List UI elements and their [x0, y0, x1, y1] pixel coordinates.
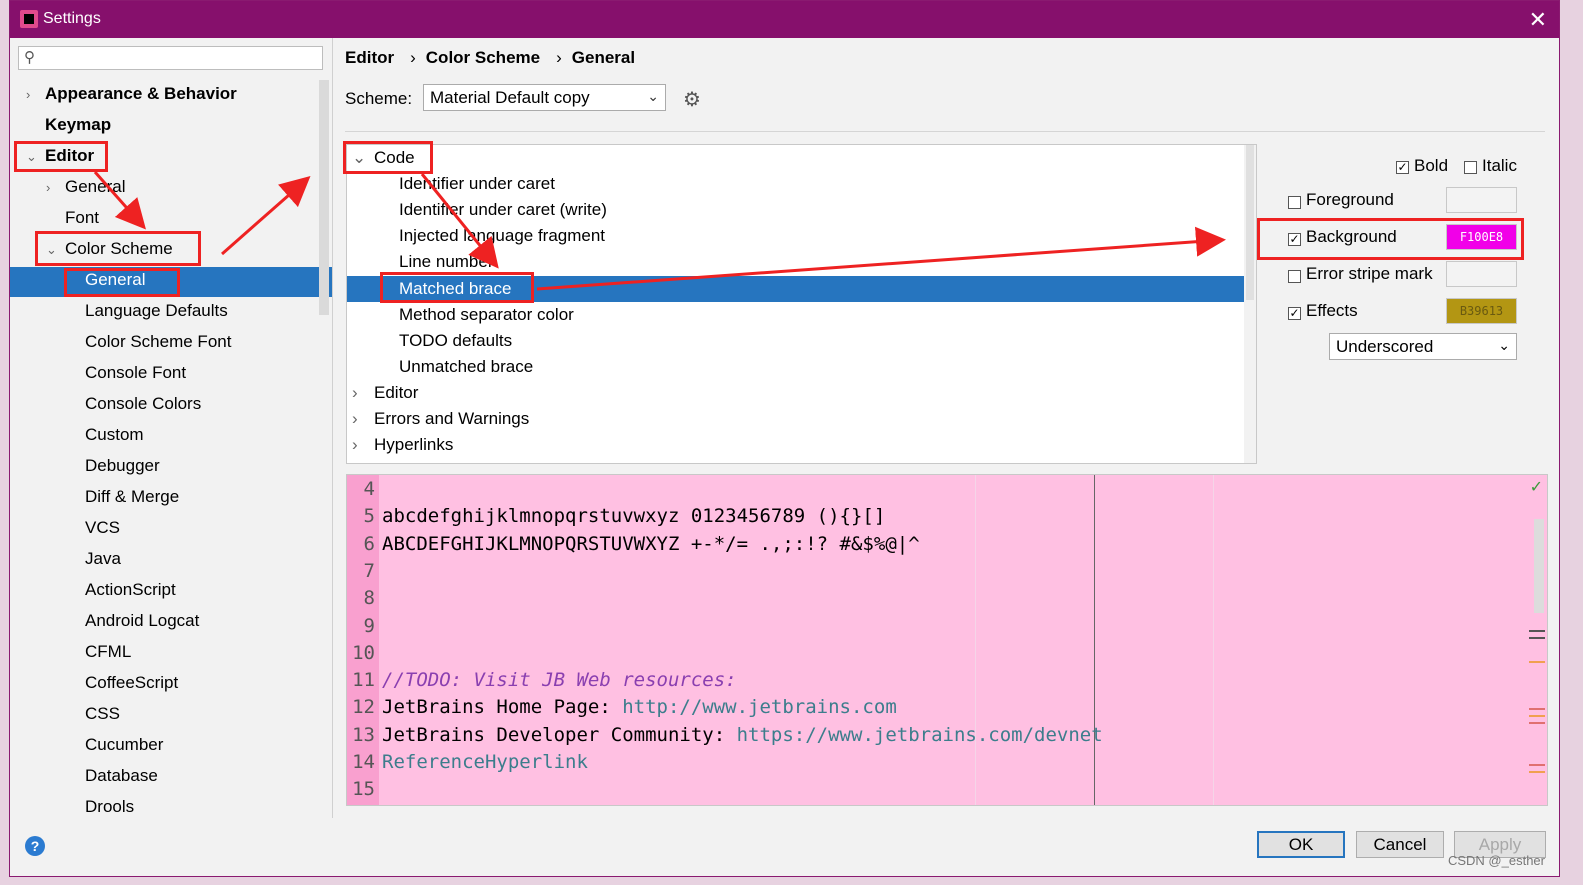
annotation-arrow: [420, 173, 499, 269]
annotation-highlight: [343, 141, 433, 174]
annotation-highlight: [64, 268, 180, 297]
annotation-arrow: [221, 176, 311, 256]
annotation-arrow: [93, 171, 146, 230]
annotation-highlight: [35, 231, 201, 266]
annotation-overlay: [93, 171, 1226, 291]
annotation-arrow: [536, 226, 1226, 291]
annotation-highlight: [380, 272, 534, 303]
annotation-highlight: [1257, 218, 1524, 260]
annotation-highlight: [14, 141, 108, 172]
